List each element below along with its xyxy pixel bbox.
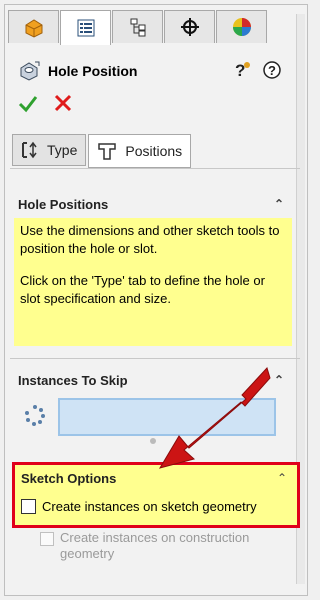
configuration-manager-icon <box>130 18 145 37</box>
instances-to-skip-header[interactable]: Instances To Skip ⌃ <box>10 366 292 394</box>
svg-text:?: ? <box>235 61 245 80</box>
help-icon: ? <box>263 61 281 79</box>
tab-feature-manager[interactable] <box>8 10 59 43</box>
sketch-geometry-option[interactable]: Create instances on sketch geometry <box>21 499 257 514</box>
ok-button[interactable] <box>18 94 38 120</box>
tab-type-label: Type <box>47 142 78 158</box>
page-title: Hole Position <box>48 63 138 79</box>
display-manager-icon <box>232 18 251 36</box>
whats-wrong-button[interactable]: ? <box>232 60 252 80</box>
sketch-geometry-checkbox[interactable] <box>21 499 36 514</box>
tab-positions[interactable]: Positions <box>88 134 192 168</box>
help-button[interactable]: ? <box>262 60 282 80</box>
construction-geometry-label-line1: Create instances on construction <box>60 530 250 545</box>
title-row: Hole Position <box>18 60 137 82</box>
construction-geometry-checkbox[interactable] <box>40 532 54 546</box>
property-manager-icon <box>77 19 94 37</box>
hole-positions-icon <box>98 143 117 160</box>
resize-handle[interactable] <box>150 438 156 444</box>
checkmark-icon <box>18 96 38 113</box>
question-mark-icon: ? <box>235 61 250 80</box>
tab-display-manager[interactable] <box>216 10 267 43</box>
close-icon <box>54 94 72 112</box>
hole-positions-message: Use the dimensions and other sketch tool… <box>14 218 292 346</box>
sketch-options-group: Sketch Options ⌃ Create instances on ske… <box>12 462 300 528</box>
collapse-chevron-icon[interactable]: ⌃ <box>277 471 287 485</box>
sketch-options-title: Sketch Options <box>21 471 117 486</box>
cancel-button[interactable] <box>54 94 72 118</box>
hole-wizard-icon <box>20 61 40 81</box>
svg-text:?: ? <box>268 63 276 78</box>
hole-subtabs: Type Positions <box>12 134 193 168</box>
hole-positions-header[interactable]: Hole Positions ⌃ <box>10 190 292 218</box>
instances-to-skip-selection-box[interactable] <box>58 398 276 436</box>
construction-geometry-label-line2: geometry <box>60 546 115 561</box>
dimxpert-icon <box>180 18 199 36</box>
divider <box>10 358 300 359</box>
hole-positions-title: Hole Positions <box>18 196 109 212</box>
divider <box>10 168 300 169</box>
tab-type[interactable]: Type <box>12 134 87 166</box>
tab-dimxpert[interactable] <box>164 10 215 43</box>
tab-positions-label: Positions <box>125 143 183 159</box>
construction-geometry-label: Create instances on construction geometr… <box>60 530 249 562</box>
feature-manager-icon <box>25 19 42 38</box>
message-line-2: Click on the 'Type' tab to define the ho… <box>20 273 265 306</box>
hole-type-icon <box>22 141 37 159</box>
sketch-geometry-label: Create instances on sketch geometry <box>42 499 257 514</box>
tab-configuration-manager[interactable] <box>112 10 163 43</box>
collapse-chevron-icon[interactable]: ⌃ <box>274 373 284 387</box>
tab-property-manager[interactable] <box>60 10 111 45</box>
instances-to-skip-title: Instances To Skip <box>18 372 128 388</box>
collapse-chevron-icon[interactable]: ⌃ <box>274 197 284 211</box>
construction-geometry-option[interactable]: Create instances on construction geometr… <box>40 530 249 562</box>
instances-pattern-icon <box>25 405 45 426</box>
message-line-1: Use the dimensions and other sketch tool… <box>20 223 280 256</box>
manager-tabs <box>8 10 268 45</box>
